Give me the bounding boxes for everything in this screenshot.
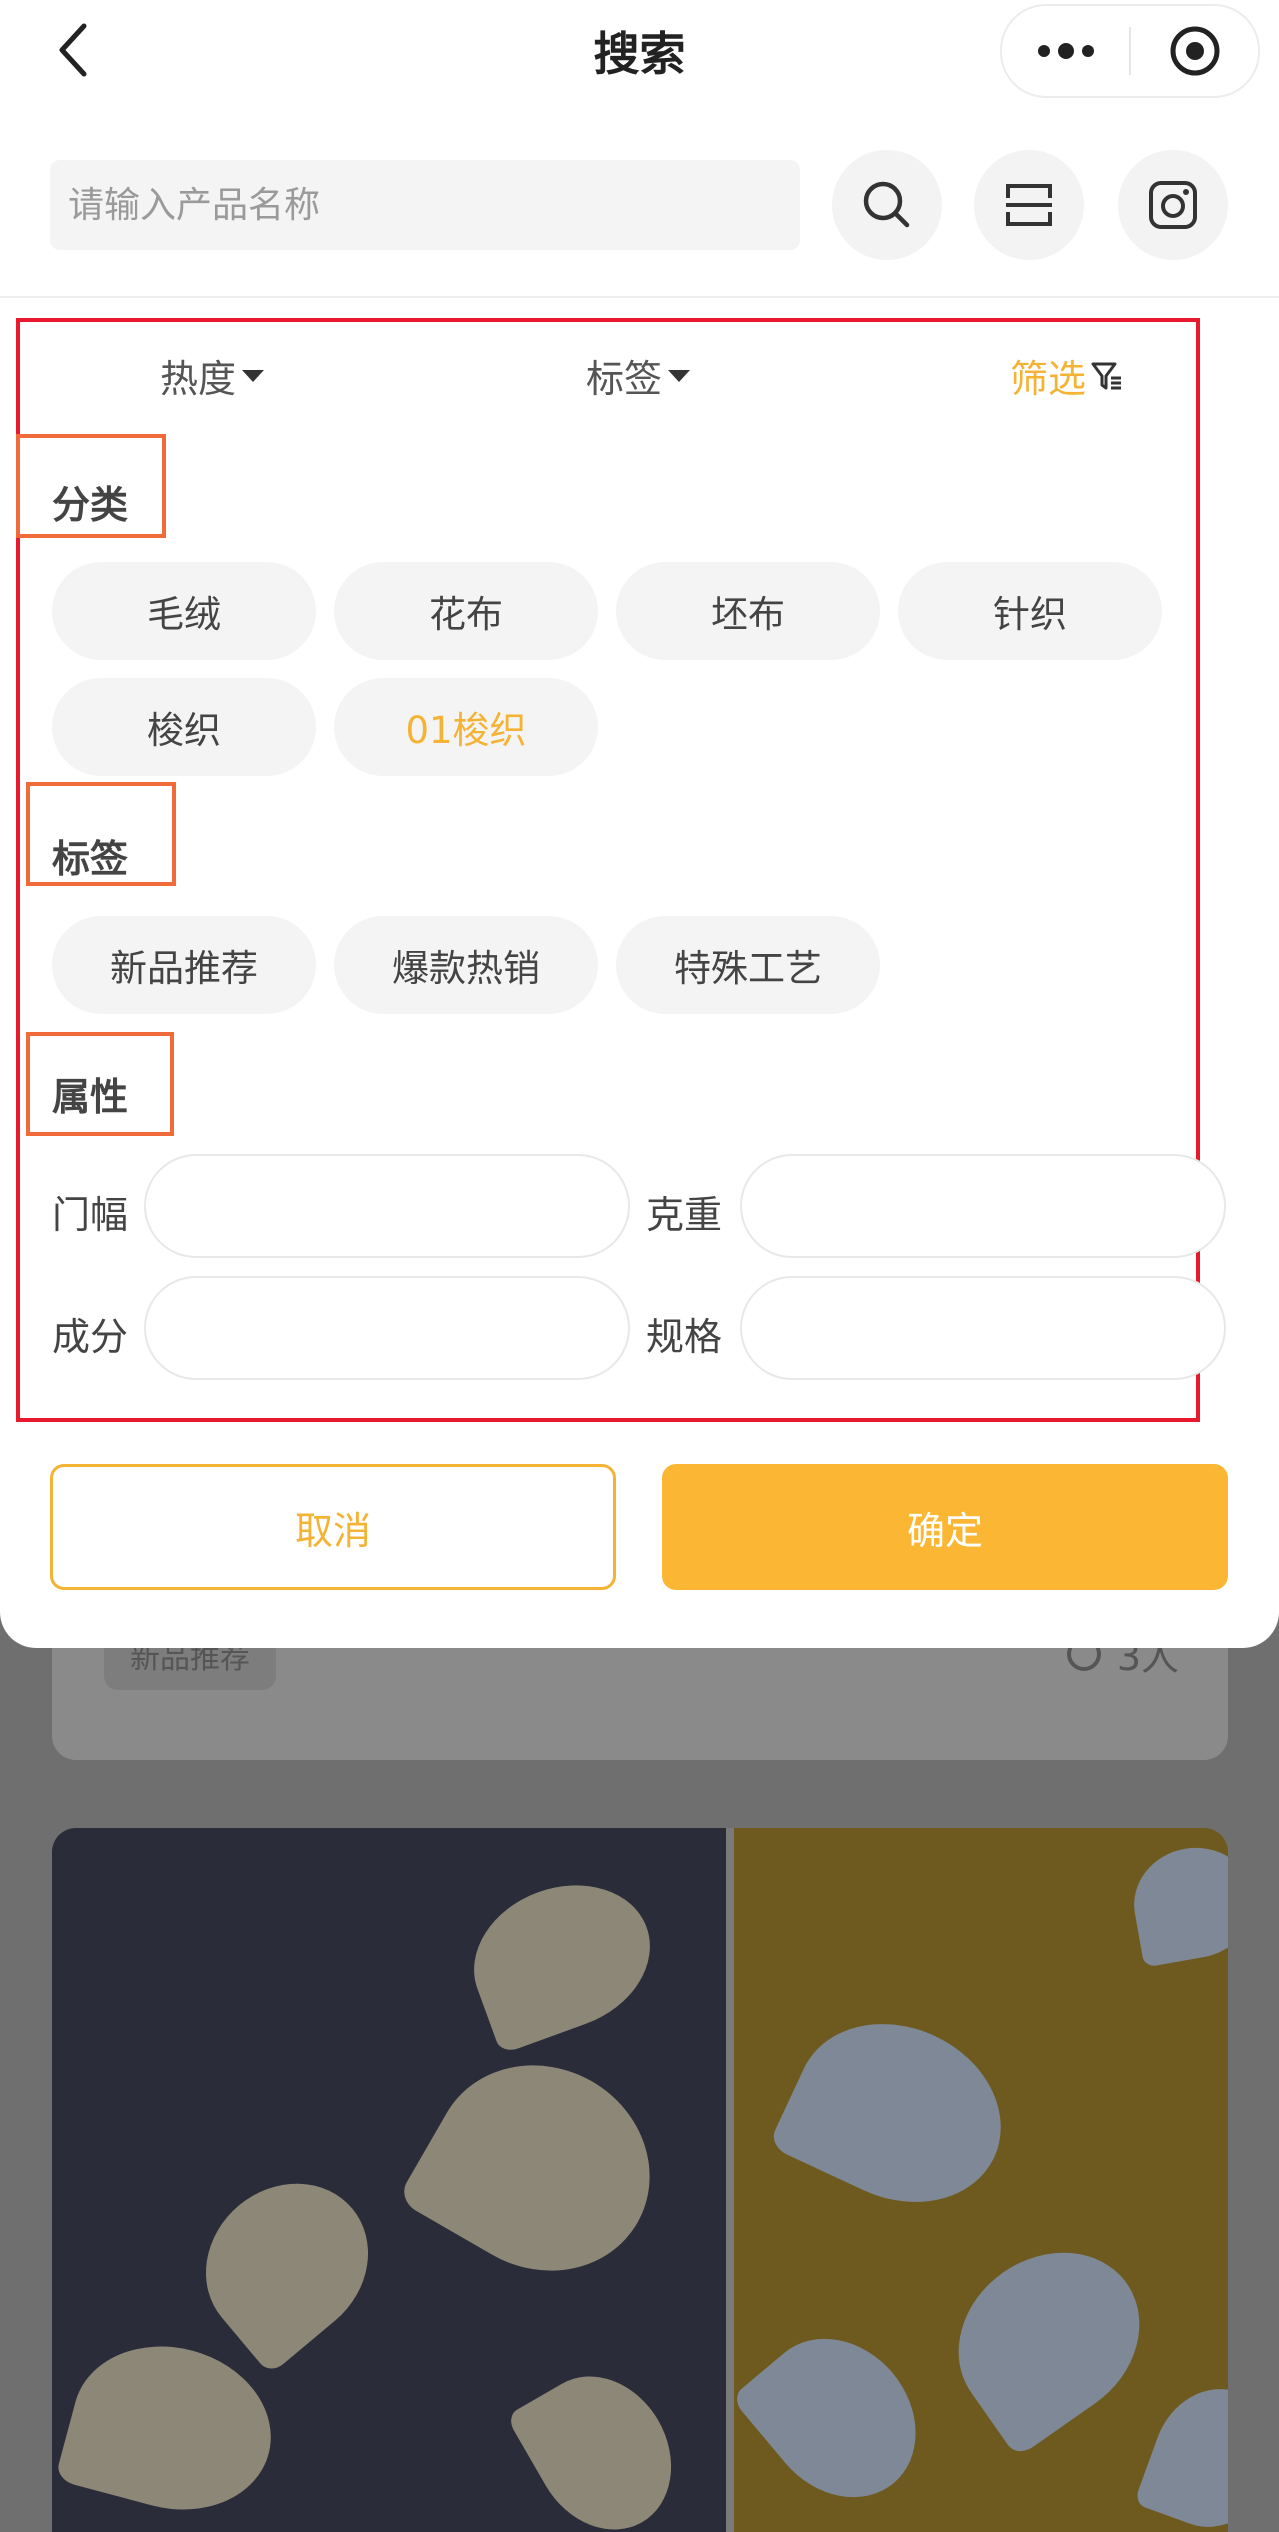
caret-down-icon	[242, 369, 265, 382]
width-input[interactable]	[144, 1154, 630, 1258]
tag-chip[interactable]: 爆款热销	[334, 916, 598, 1014]
cancel-button[interactable]: 取消	[50, 1464, 616, 1590]
scan-button[interactable]	[974, 150, 1084, 260]
category-chip[interactable]: 毛绒	[52, 562, 316, 660]
filter-tab[interactable]: 筛选	[1010, 348, 1124, 403]
category-chip[interactable]: 花布	[334, 562, 598, 660]
product-image[interactable]	[52, 1828, 1228, 2532]
category-chip[interactable]: 梭织	[52, 678, 316, 776]
scan-icon	[1006, 184, 1052, 226]
sort-heat-label: 热度	[160, 357, 237, 401]
weight-label: 克重	[646, 1193, 723, 1237]
fabric-swatch-yellow	[726, 1828, 1228, 2532]
caret-down-icon	[668, 369, 691, 382]
weight-input[interactable]	[740, 1154, 1226, 1258]
tag-chip[interactable]: 新品推荐	[52, 916, 316, 1014]
miniprogram-capsule	[1000, 4, 1260, 98]
header-divider	[0, 296, 1279, 298]
search-icon	[863, 181, 910, 228]
filter-icon	[1091, 362, 1122, 389]
composition-input[interactable]	[144, 1276, 630, 1380]
spec-input[interactable]	[740, 1276, 1226, 1380]
category-chip[interactable]: 坯布	[616, 562, 880, 660]
spec-label: 规格	[646, 1315, 723, 1359]
tag-chip[interactable]: 特殊工艺	[616, 916, 880, 1014]
confirm-button[interactable]: 确定	[662, 1464, 1228, 1590]
filter-label: 筛选	[1010, 357, 1087, 401]
more-button[interactable]	[1002, 6, 1129, 96]
search-input[interactable]	[50, 160, 800, 250]
attributes-title: 属性	[52, 1075, 129, 1119]
composition-label: 成分	[52, 1315, 129, 1359]
fabric-swatch-dark	[52, 1828, 726, 2532]
category-title: 分类	[52, 483, 129, 527]
close-miniprogram-button[interactable]	[1131, 6, 1258, 96]
sort-tags-tab[interactable]: 标签	[586, 348, 691, 403]
sort-tags-label: 标签	[586, 357, 663, 401]
width-label: 门幅	[52, 1193, 129, 1237]
category-chip-selected[interactable]: 01梭织	[334, 678, 598, 776]
category-chip[interactable]: 针织	[898, 562, 1162, 660]
tags-title: 标签	[52, 837, 129, 881]
camera-button[interactable]	[1118, 150, 1228, 260]
search-button[interactable]	[832, 150, 942, 260]
target-icon	[1170, 26, 1219, 76]
camera-icon	[1149, 181, 1197, 229]
sort-heat-tab[interactable]: 热度	[160, 348, 265, 403]
